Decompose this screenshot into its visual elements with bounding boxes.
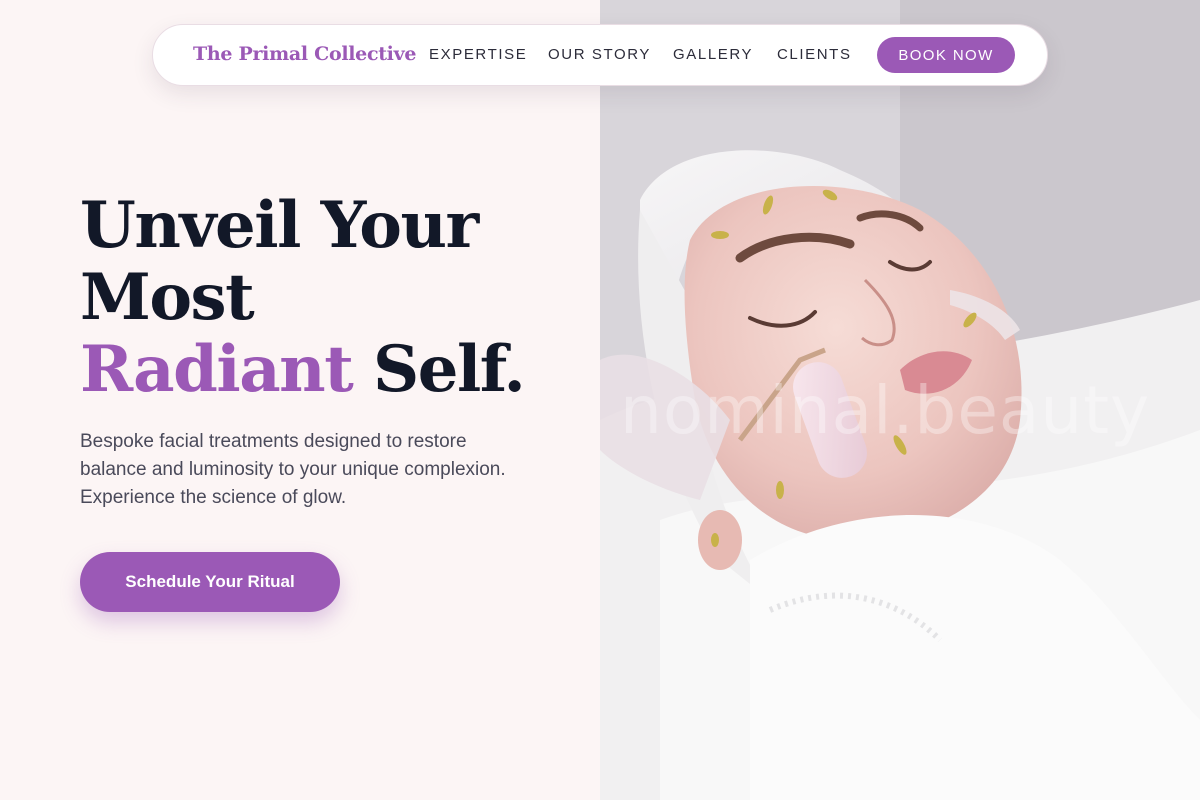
hero-image: nominal.beauty	[600, 0, 1200, 800]
top-navbar: The Primal Collective EXPERTISE OUR STOR…	[152, 24, 1048, 86]
hero-title-accent: Radiant	[80, 332, 354, 407]
nav-link-our-story[interactable]: OUR STORY	[548, 46, 651, 63]
hero-title-line-3: Radiant Self.	[80, 334, 580, 406]
nav-link-clients[interactable]: CLIENTS	[777, 46, 852, 63]
hero-title-end: Self.	[352, 332, 526, 407]
brand-logo[interactable]: The Primal Collective	[193, 43, 416, 65]
nav-link-expertise[interactable]: EXPERTISE	[429, 46, 527, 63]
hero-title-line-2: Most	[80, 260, 255, 335]
hero-title-line-1: Unveil Your	[80, 188, 479, 263]
nav-link-gallery[interactable]: GALLERY	[673, 46, 753, 63]
image-watermark: nominal.beauty	[620, 372, 1151, 449]
hero-title: Unveil Your Most Radiant Self.	[80, 190, 580, 406]
schedule-ritual-button[interactable]: Schedule Your Ritual	[80, 552, 340, 612]
hero-subtitle: Bespoke facial treatments designed to re…	[80, 431, 506, 508]
book-now-button[interactable]: BOOK NOW	[877, 37, 1015, 73]
